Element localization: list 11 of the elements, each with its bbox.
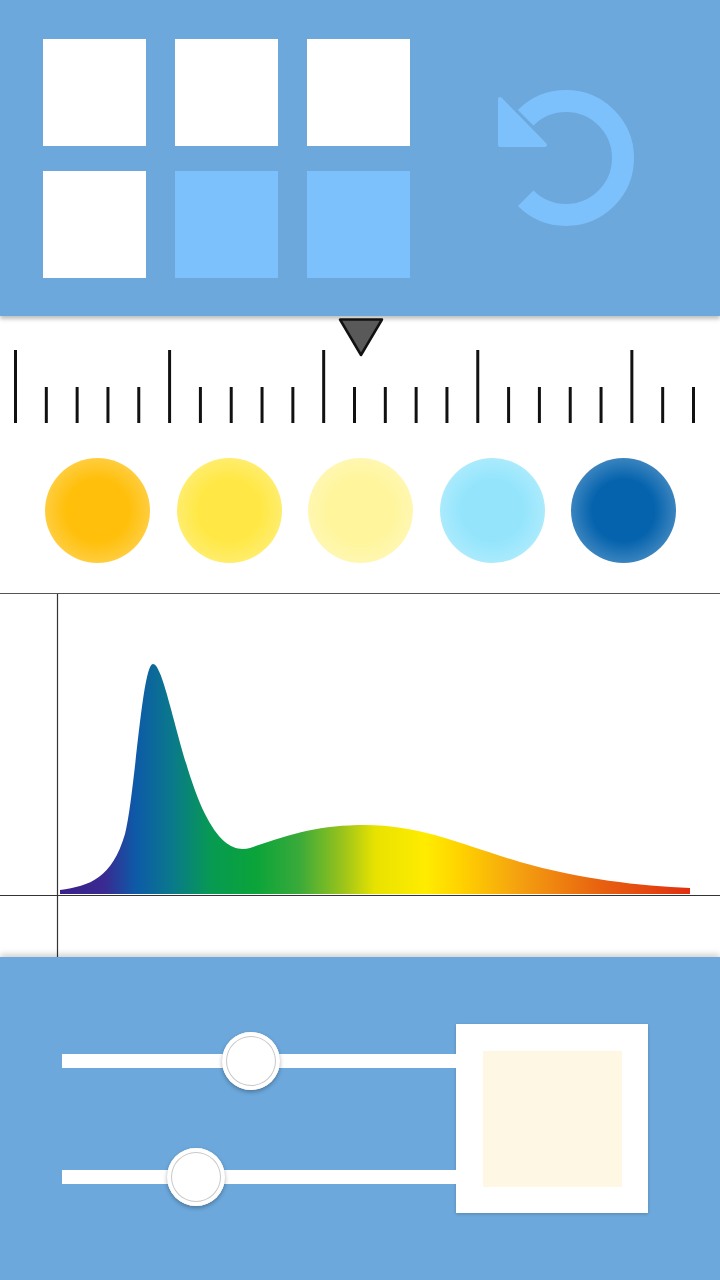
grid-tile[interactable] [43, 170, 146, 278]
grid-tile[interactable] [175, 170, 278, 278]
ruler-track[interactable] [14, 318, 695, 423]
slider-thumb[interactable] [166, 1147, 225, 1206]
refresh-icon[interactable] [498, 90, 634, 226]
grid-tile[interactable] [307, 170, 410, 278]
slider-thumb[interactable] [222, 1031, 281, 1090]
grid-tile[interactable] [307, 38, 410, 146]
grid-tile[interactable] [175, 38, 278, 146]
pointer-icon[interactable] [338, 318, 385, 357]
grid-tile[interactable] [43, 38, 146, 146]
